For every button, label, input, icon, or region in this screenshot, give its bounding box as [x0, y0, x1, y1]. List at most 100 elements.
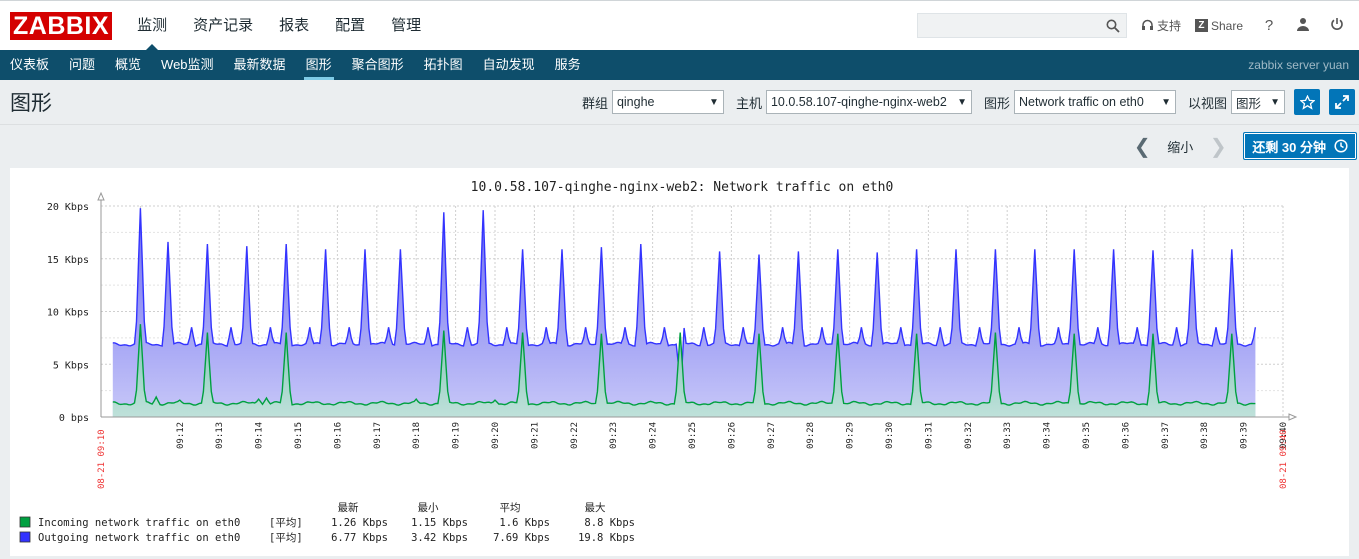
x-tick-label: 09:17	[373, 422, 383, 449]
x-tick-label: 09:13	[215, 422, 225, 449]
x-tick-label: 09:22	[570, 422, 580, 449]
graph-select[interactable]: Network traffic on eth0 ▼	[1013, 90, 1176, 114]
chevron-down-icon: ▼	[1270, 96, 1280, 108]
favorite-button[interactable]	[1294, 89, 1320, 115]
chevron-right-icon: ❯	[1209, 135, 1227, 158]
share-label: Share	[1210, 18, 1243, 33]
x-tick-label: 09:35	[1082, 422, 1092, 449]
y-tick-label: 20 Kbps	[47, 202, 89, 213]
x-tick-label: 09:32	[964, 422, 974, 449]
menu-inventory[interactable]: 资产记录	[180, 1, 266, 51]
submenu-maps[interactable]: 拓扑图	[414, 50, 473, 80]
chevron-down-icon: ▼	[1161, 96, 1171, 108]
group-label: 群组	[581, 95, 608, 111]
top-navigation: ZABBIX 监测 资产记录 报表 配置 管理 支持 Z Share ?	[0, 0, 1359, 51]
zabbix-logo[interactable]: ZABBIX	[10, 11, 113, 40]
time-period-button[interactable]: 还剩 30 分钟	[1243, 132, 1357, 160]
x-tick-label: 09:12	[176, 422, 186, 449]
sub-menu: 仪表板 问题 概览 Web监测 最新数据 图形 聚合图形 拓扑图 自动发现 服务…	[0, 50, 1359, 80]
chevron-left-icon[interactable]: ❮	[1133, 134, 1151, 159]
graph-panel: 10.0.58.107-qinghe-nginx-web2: Network t…	[10, 168, 1349, 556]
y-axis-arrow	[97, 191, 105, 201]
y-tick-label: 15 Kbps	[47, 255, 89, 266]
main-menu: 监测 资产记录 报表 配置 管理	[124, 1, 434, 51]
menu-administration[interactable]: 管理	[378, 1, 434, 51]
clock-icon	[1334, 139, 1348, 153]
legend-header: 平均	[500, 502, 521, 514]
power-icon[interactable]	[1329, 17, 1345, 35]
x-tick-label: 09:27	[767, 422, 777, 449]
search-icon[interactable]	[1106, 19, 1120, 33]
submenu-overview[interactable]: 概览	[105, 50, 151, 80]
x-tick-label: 09:21	[530, 422, 540, 449]
host-label: 主机	[735, 95, 762, 111]
legend-header: 最大	[585, 501, 606, 514]
legend-swatch	[19, 516, 31, 528]
x-end-label: 08-21 09:40	[1279, 429, 1289, 489]
legend-value: 1.6 Kbps	[499, 517, 550, 529]
submenu-graphs[interactable]: 图形	[296, 50, 342, 80]
graph-label: 图形	[983, 95, 1010, 111]
legend-header: 最小	[418, 502, 439, 514]
chevron-down-icon: ▼	[709, 96, 719, 108]
x-tick-label: 09:38	[1200, 422, 1210, 449]
submenu-latest-data[interactable]: 最新数据	[224, 50, 296, 80]
question-icon[interactable]: ?	[1261, 17, 1277, 34]
submenu-web[interactable]: Web监测	[151, 50, 224, 80]
zoom-out-button[interactable]: 缩小	[1167, 137, 1193, 156]
chevron-down-icon: ▼	[957, 96, 967, 108]
view-select[interactable]: 图形 ▼	[1231, 90, 1285, 114]
x-tick-label: 09:39	[1240, 422, 1250, 449]
menu-configuration[interactable]: 配置	[322, 1, 378, 51]
x-tick-label: 09:30	[885, 422, 895, 449]
x-start-label: 08-21 09:10	[97, 429, 107, 489]
legend-value: 1.26 Kbps	[331, 517, 388, 529]
legend-value: 7.69 Kbps	[493, 532, 550, 544]
fullscreen-button[interactable]	[1329, 89, 1355, 115]
submenu-problems[interactable]: 问题	[59, 50, 105, 80]
submenu-services[interactable]: 服务	[545, 50, 591, 80]
group-select[interactable]: qinghe ▼	[611, 90, 724, 114]
submenu-discovery[interactable]: 自动发现	[473, 50, 545, 80]
submenu-dashboard[interactable]: 仪表板	[0, 50, 59, 80]
legend-value: 1.15 Kbps	[411, 517, 468, 529]
graph-filters: 群组 qinghe ▼ 主机 10.0.58.107-qinghe-nginx-…	[570, 89, 1359, 115]
headset-icon	[1141, 19, 1153, 30]
search-input[interactable]	[916, 13, 1127, 38]
legend-value: 3.42 Kbps	[411, 532, 468, 544]
legend-header: 最新	[338, 501, 359, 514]
menu-reports[interactable]: 报表	[266, 1, 322, 51]
x-tick-label: 09:20	[491, 422, 501, 449]
x-tick-label: 09:16	[333, 422, 343, 449]
y-tick-label: 5 Kbps	[53, 360, 89, 371]
x-tick-label: 09:37	[1161, 422, 1171, 449]
x-tick-label: 09:23	[609, 422, 619, 449]
x-tick-label: 09:15	[294, 422, 304, 449]
legend-value: 6.77 Kbps	[331, 532, 388, 544]
x-axis-arrow	[1288, 413, 1298, 421]
menu-monitoring[interactable]: 监测	[124, 1, 180, 51]
network-traffic-chart[interactable]: 10.0.58.107-qinghe-nginx-web2: Network t…	[10, 168, 1349, 556]
user-icon[interactable]	[1295, 17, 1311, 35]
legend-series-name: Outgoing network traffic on eth0	[38, 532, 240, 544]
time-navigation: ❮ 缩小 ❯ 还剩 30 分钟	[0, 125, 1359, 167]
x-tick-label: 09:28	[806, 422, 816, 449]
page-title: 图形	[10, 92, 52, 115]
x-tick-label: 09:18	[412, 422, 422, 449]
submenu-screens[interactable]: 聚合图形	[342, 50, 414, 80]
x-tick-label: 09:34	[1043, 422, 1053, 449]
host-value: 10.0.58.107-qinghe-nginx-web2	[770, 95, 947, 109]
share-link[interactable]: Z Share	[1194, 18, 1243, 33]
support-link[interactable]: 支持	[1141, 17, 1181, 34]
legend-value: 8.8 Kbps	[584, 517, 635, 529]
server-name: zabbix server yuan	[1248, 58, 1349, 72]
x-tick-label: 09:24	[649, 422, 659, 449]
legend-value: 19.8 Kbps	[578, 532, 635, 544]
x-tick-label: 09:25	[688, 422, 698, 449]
page-header: 图形 群组 qinghe ▼ 主机 10.0.58.107-qinghe-ngi…	[0, 80, 1359, 125]
fullscreen-icon	[1335, 95, 1349, 109]
x-tick-label: 09:29	[846, 422, 856, 449]
legend-swatch	[19, 531, 31, 543]
host-select[interactable]: 10.0.58.107-qinghe-nginx-web2 ▼	[765, 90, 972, 114]
legend-aggregate: [平均]	[269, 532, 303, 544]
